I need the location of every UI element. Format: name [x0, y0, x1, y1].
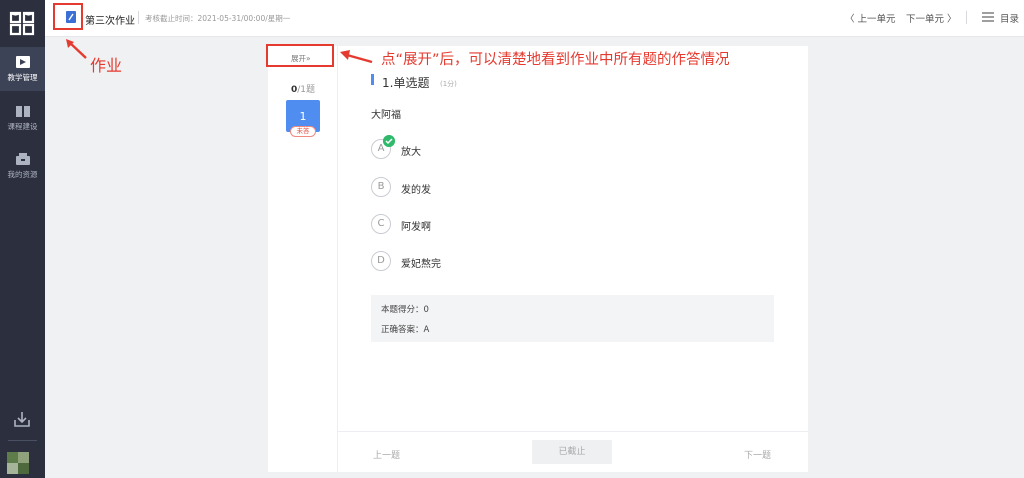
menu-icon[interactable] [982, 12, 994, 22]
sidebar-item-label: 教学管理 [7, 73, 38, 82]
card-footer: 上一题 已截止 下一题 [338, 431, 808, 472]
sidebar-item-teaching[interactable]: 教学管理 [0, 47, 45, 91]
sidebar-item-label: 我的资源 [7, 170, 38, 179]
next-question-button[interactable]: 下一题 [744, 448, 771, 461]
box-icon [15, 153, 30, 165]
homework-title: 第三次作业 [85, 16, 135, 27]
sidebar-divider [8, 440, 37, 441]
header-divider [966, 11, 967, 24]
status-badge: 未答 [290, 126, 316, 137]
deadline-text: 考核截止时间：2021-05-31/00:00/星期一 [145, 14, 291, 23]
question-title: 1.单选题 [382, 76, 430, 90]
homework-icon[interactable] [66, 11, 76, 23]
title-accent-bar [371, 74, 374, 85]
option-letter: B [371, 177, 391, 197]
sidebar-item-resources[interactable]: 我的资源 [0, 144, 45, 188]
download-icon[interactable] [13, 410, 31, 428]
check-icon [383, 135, 395, 147]
answered-count: 0/1题 [291, 82, 315, 95]
option-letter: D [371, 251, 391, 271]
correct-answer-line: 正确答案：A [381, 325, 430, 335]
sidebar-item-label: 课程建设 [7, 122, 38, 131]
option-text: 阿发啊 [401, 222, 431, 233]
next-unit-link[interactable]: 下一单元 〉 [906, 11, 957, 25]
teaching-icon [15, 56, 30, 68]
sidebar-item-course[interactable]: 课程建设 [0, 96, 45, 140]
prev-unit-link[interactable]: 〈 上一单元 [845, 11, 896, 25]
annotation-arrow-icon [340, 50, 373, 64]
expand-button[interactable]: 展开» [291, 53, 311, 64]
top-header: 第三次作业 考核截止时间：2021-05-31/00:00/星期一 〈 上一单元… [45, 0, 1024, 37]
option-text: 发的发 [401, 185, 431, 196]
deadline-button[interactable]: 已截止 [532, 440, 612, 464]
prev-question-button[interactable]: 上一题 [373, 448, 400, 461]
option-letter: C [371, 214, 391, 234]
option-text: 爱妃熬完 [401, 259, 441, 270]
answered-count-total: /1题 [297, 85, 316, 95]
annotation-expand-note: 点“展开”后，可以清楚地看到作业中所有题的作答情况 [381, 52, 730, 68]
avatar[interactable] [7, 452, 29, 474]
app-logo-icon[interactable] [8, 9, 36, 37]
annotation-arrow-icon [66, 39, 87, 59]
question-text: 大阿福 [371, 110, 401, 121]
option-text: 放大 [401, 147, 421, 158]
annotation-homework-label: 作业 [90, 56, 123, 75]
book-icon [15, 106, 30, 117]
question-nav-panel: 展开» 0/1题 1 未答 [266, 44, 338, 472]
catalog-link[interactable]: 目录 [1000, 11, 1019, 25]
answer-summary: 本题得分：0 正确答案：A [371, 295, 774, 342]
score-line: 本题得分：0 [381, 305, 429, 315]
question-score: (1分) [440, 80, 457, 88]
header-divider [138, 11, 139, 24]
sidebar: 教学管理 课程建设 我的资源 [0, 0, 45, 478]
question-card: 展开» 0/1题 1 未答 1.单选题 (1分) 大阿福 A 放大 B 发的发 … [266, 44, 808, 472]
